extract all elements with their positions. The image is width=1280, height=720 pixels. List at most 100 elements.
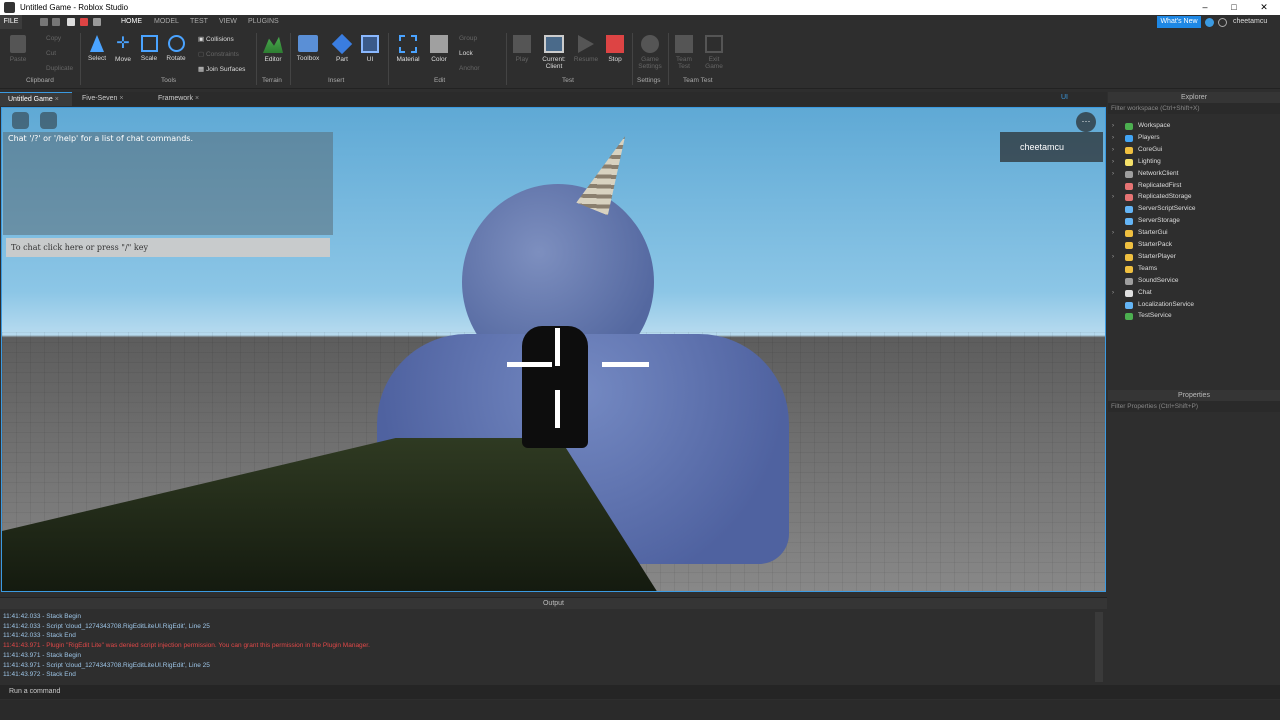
resume-button[interactable]: Resume [573, 35, 599, 63]
join-surfaces-toggle[interactable]: ▦ Join Surfaces [198, 65, 245, 73]
close-tab-icon[interactable]: × [195, 95, 199, 102]
maximize-button[interactable]: □ [1224, 1, 1244, 14]
anchor-button[interactable]: Anchor [459, 65, 480, 72]
tab-model[interactable]: MODEL [154, 18, 179, 25]
color-button[interactable]: Color [427, 35, 451, 63]
collisions-toggle[interactable]: ▣ Collisions [198, 35, 234, 43]
minimize-button[interactable]: – [1195, 1, 1215, 14]
expand-chevron-icon[interactable]: › [1112, 287, 1114, 299]
chat-input[interactable]: To chat click here or press "/" key [6, 238, 330, 257]
explorer-item-label: NetworkClient [1138, 169, 1179, 177]
explorer-item-localizationservice[interactable]: LocalizationService [1108, 299, 1280, 311]
document-tabs: Untitled Game × Five-Seven × Framework ×… [0, 92, 1107, 106]
service-icon [1125, 242, 1133, 249]
part-button[interactable]: Part [330, 33, 354, 63]
tab-untitled-game[interactable]: Untitled Game × [0, 92, 72, 106]
explorer-item-label: Workspace [1138, 122, 1171, 129]
explorer-item-starterpack[interactable]: StarterPack [1108, 239, 1280, 251]
tab-five-seven[interactable]: Five-Seven × [74, 92, 144, 106]
roblox-menu-icon[interactable] [12, 112, 29, 129]
duplicate-button[interactable]: Duplicate [46, 65, 73, 72]
explorer-item-teams[interactable]: Teams [1108, 263, 1280, 275]
material-button[interactable]: Material [394, 35, 422, 63]
explorer-panel: Explorer Filter workspace (Ctrl+Shift+X)… [1108, 92, 1280, 388]
tab-framework[interactable]: Framework × [150, 92, 220, 106]
current-client-button[interactable]: Current: Client [538, 35, 570, 70]
expand-chevron-icon[interactable]: › [1112, 168, 1114, 180]
exit-game-button[interactable]: Exit Game [702, 35, 726, 70]
terrain-editor-button[interactable]: Editor [260, 35, 286, 63]
stop-button[interactable]: Stop [603, 35, 627, 63]
explorer-item-testservice[interactable]: TestService [1108, 310, 1280, 322]
tab-test[interactable]: TEST [190, 18, 208, 25]
tab-home[interactable]: HOME [121, 18, 142, 25]
ui-visibility-toggle[interactable]: UI [1061, 94, 1068, 101]
chat-toggle-icon[interactable] [40, 112, 57, 129]
command-bar[interactable]: Run a command [0, 685, 1280, 699]
explorer-item-label: StarterPack [1138, 241, 1172, 248]
help-icon[interactable] [1205, 18, 1214, 27]
move-tool-button[interactable]: ✛ Move [112, 35, 134, 63]
explorer-item-workspace[interactable]: › Workspace [1108, 120, 1280, 132]
explorer-item-soundservice[interactable]: SoundService [1108, 275, 1280, 287]
tab-plugins[interactable]: PLUGINS [248, 18, 279, 25]
output-line: 11:41:43.971 - Script 'cloud_1274343708.… [3, 661, 210, 669]
explorer-item-startergui[interactable]: › StarterGui [1108, 227, 1280, 239]
expand-chevron-icon[interactable]: › [1112, 251, 1114, 263]
stop-quick-icon[interactable] [80, 18, 88, 26]
explorer-item-serverscriptservice[interactable]: ServerScriptService [1108, 203, 1280, 215]
game-viewport[interactable]: Chat '/?' or '/help' for a list of chat … [1, 107, 1106, 592]
constraints-toggle[interactable]: ▢ Constraints [198, 50, 239, 58]
cut-button[interactable]: Cut [46, 50, 56, 57]
redo-icon[interactable] [52, 18, 60, 26]
explorer-item-starterplayer[interactable]: › StarterPlayer [1108, 251, 1280, 263]
explorer-item-coregui[interactable]: › CoreGui [1108, 144, 1280, 156]
explorer-item-serverstorage[interactable]: ServerStorage [1108, 215, 1280, 227]
expand-chevron-icon[interactable]: › [1112, 120, 1114, 132]
lock-button[interactable]: Lock [459, 50, 473, 57]
play-button[interactable]: Play [510, 35, 534, 63]
tab-label: Untitled Game [8, 96, 53, 103]
player-list[interactable]: cheetamcu [1000, 132, 1103, 162]
explorer-filter-input[interactable]: Filter workspace (Ctrl+Shift+X) [1108, 103, 1280, 114]
explorer-item-chat[interactable]: › Chat [1108, 287, 1280, 299]
ui-button[interactable]: UI [358, 35, 382, 63]
settings-quick-icon[interactable] [93, 18, 101, 26]
share-icon[interactable] [1218, 18, 1227, 27]
copy-button[interactable]: Copy [46, 35, 61, 42]
output-error-line: 11:41:43.971 - Plugin "RigEdit Lite" was… [3, 642, 370, 650]
expand-chevron-icon[interactable]: › [1112, 144, 1114, 156]
expand-chevron-icon[interactable]: › [1112, 227, 1114, 239]
scale-tool-button[interactable]: Scale [138, 35, 160, 62]
explorer-item-label: StarterGui [1138, 229, 1168, 237]
properties-filter-input[interactable]: Filter Properties (Ctrl+Shift+P) [1108, 401, 1280, 412]
close-button[interactable]: ✕ [1254, 1, 1274, 14]
rotate-tool-button[interactable]: Rotate [165, 35, 187, 62]
expand-chevron-icon[interactable]: › [1112, 132, 1114, 144]
close-tab-icon[interactable]: × [119, 95, 123, 102]
toolbox-button[interactable]: Toolbox [294, 35, 322, 62]
more-menu-button[interactable]: ··· [1076, 112, 1096, 132]
paste-label: Paste [9, 56, 27, 63]
whats-new-button[interactable]: What's New [1157, 16, 1201, 28]
explorer-item-lighting[interactable]: › Lighting [1108, 156, 1280, 168]
expand-chevron-icon[interactable]: › [1112, 191, 1114, 203]
play-quick-icon[interactable] [67, 18, 75, 26]
output-scrollbar[interactable] [1095, 612, 1103, 682]
explorer-item-networkclient[interactable]: › NetworkClient [1108, 168, 1280, 180]
explorer-item-replicatedfirst[interactable]: ReplicatedFirst [1108, 180, 1280, 192]
user-name[interactable]: cheetamcu [1233, 18, 1267, 25]
tab-view[interactable]: VIEW [219, 18, 237, 25]
team-test-button[interactable]: Team Test [672, 35, 696, 70]
expand-chevron-icon[interactable]: › [1112, 156, 1114, 168]
undo-icon[interactable] [40, 18, 48, 26]
explorer-item-players[interactable]: › Players [1108, 132, 1280, 144]
game-settings-button[interactable]: Game Settings [635, 35, 665, 70]
select-tool-button[interactable]: Select [86, 35, 108, 62]
file-menu[interactable]: FILE [0, 15, 22, 29]
group-button[interactable]: Group [459, 35, 477, 42]
paste-button[interactable]: Paste [6, 35, 30, 63]
explorer-item-replicatedstorage[interactable]: › ReplicatedStorage [1108, 191, 1280, 203]
crosshair-bottom [555, 390, 560, 428]
close-tab-icon[interactable]: × [55, 96, 59, 103]
